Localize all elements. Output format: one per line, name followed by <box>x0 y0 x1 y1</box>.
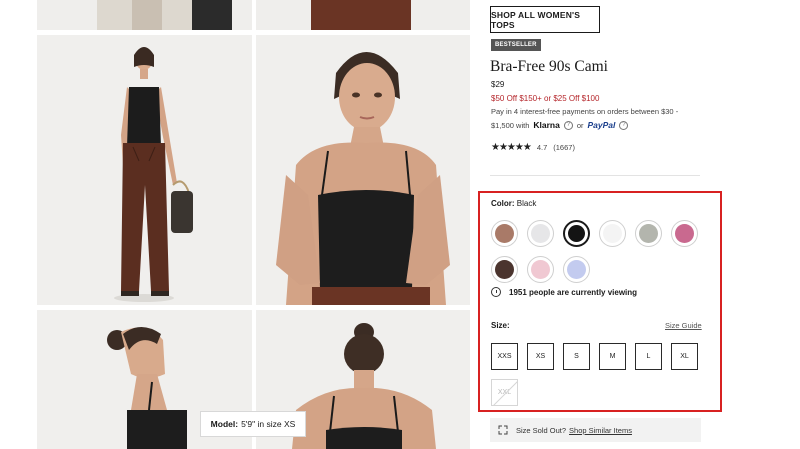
color-label-text: Color: <box>491 199 515 208</box>
product-photo-full-body[interactable] <box>37 35 252 305</box>
model-tag-label: Model: <box>210 419 239 429</box>
color-swatch-7[interactable] <box>491 256 518 283</box>
klarna-info-icon[interactable]: ? <box>563 120 573 130</box>
color-swatch-1[interactable] <box>491 220 518 247</box>
viewers-text: 1951 people are currently viewing <box>509 287 638 297</box>
color-swatch-8[interactable] <box>527 256 554 283</box>
or-text: or <box>576 120 584 130</box>
size-sold-out-bar: Size Sold Out? Shop Similar Items <box>490 418 701 442</box>
paypal-info-icon[interactable]: ? <box>619 120 629 130</box>
promo-text: $50 Off $150+ or $25 Off $100 <box>491 94 600 103</box>
installment-providers: $1,500 with Klarna ? or PayPal ? <box>491 120 629 130</box>
review-count: (1667) <box>553 143 575 152</box>
size-option-m[interactable]: M <box>599 343 626 370</box>
shop-similar-items-link[interactable]: Shop Similar Items <box>569 426 632 435</box>
size-option-xxl-sold-out[interactable]: XXL <box>491 379 518 406</box>
color-swatch-4[interactable] <box>599 220 626 247</box>
installment-text: Pay in 4 interest-free payments on order… <box>491 107 679 116</box>
product-price: $29 <box>491 80 505 89</box>
color-swatch-5[interactable] <box>635 220 662 247</box>
color-swatch-9[interactable] <box>563 256 590 283</box>
viewers-notice: 1951 people are currently viewing <box>491 287 637 297</box>
size-guide-link[interactable]: Size Guide <box>665 321 702 330</box>
rating-value: 4.7 <box>536 143 548 152</box>
product-photo-closeup[interactable] <box>256 35 470 305</box>
shop-all-womens-tops-button[interactable]: SHOP ALL WOMEN'S TOPS <box>490 6 600 33</box>
model-tag-value: 5'9" in size XS <box>241 419 296 429</box>
resize-icon <box>498 425 508 435</box>
color-swatch-6[interactable] <box>671 220 698 247</box>
star-rating-icon: ★★★★★ <box>491 142 532 153</box>
product-rating[interactable]: ★★★★★ 4.7 (1667) <box>491 142 575 153</box>
size-label: Size: <box>491 321 510 330</box>
size-option-xs[interactable]: XS <box>527 343 554 370</box>
color-swatch-black-selected[interactable] <box>563 220 590 247</box>
product-photo-top-left[interactable] <box>37 0 252 30</box>
divider <box>490 175 700 176</box>
size-sold-out-text: Size Sold Out? <box>516 425 567 435</box>
paypal-logo: PayPal <box>587 120 616 130</box>
product-title: Bra-Free 90s Cami <box>490 58 608 75</box>
bestseller-badge: BESTSELLER <box>491 39 541 51</box>
size-option-xl[interactable]: XL <box>671 343 698 370</box>
model-size-tag: Model: 5'9" in size XS <box>200 411 306 437</box>
installment-range-end: $1,500 with <box>491 120 530 130</box>
color-label: Color: Black <box>491 199 536 208</box>
size-option-s[interactable]: S <box>563 343 590 370</box>
size-option-xxs[interactable]: XXS <box>491 343 518 370</box>
klarna-logo: Klarna <box>533 120 560 130</box>
selected-color-name: Black <box>516 199 537 208</box>
product-photo-top-right[interactable] <box>256 0 470 30</box>
color-swatch-2[interactable] <box>527 220 554 247</box>
clock-icon <box>491 287 501 297</box>
size-option-l[interactable]: L <box>635 343 662 370</box>
